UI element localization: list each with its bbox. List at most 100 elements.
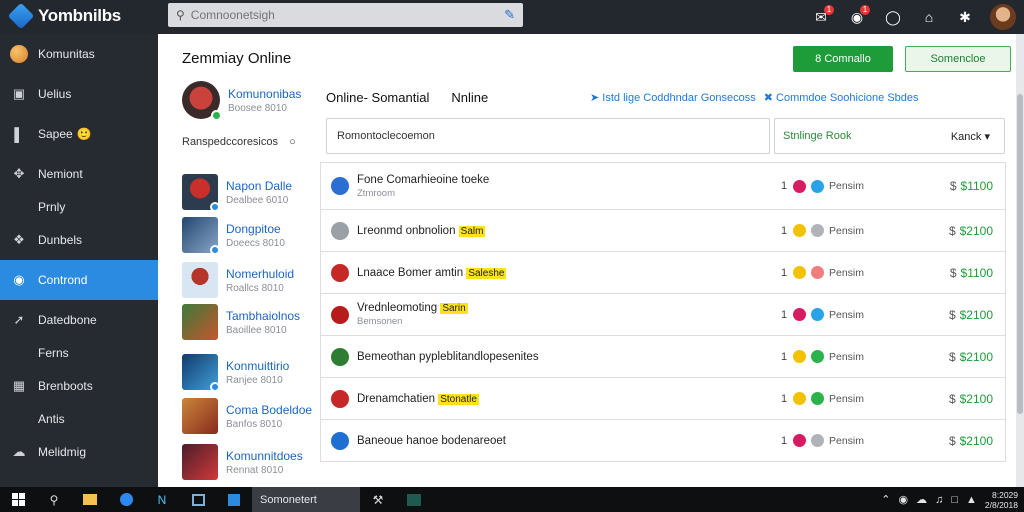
friend-avatar xyxy=(182,398,218,434)
chat-button[interactable]: ◯ xyxy=(882,6,904,28)
room-title: Vrednleomoting xyxy=(357,302,438,314)
sidebar: Komunitas ▣ Uelius ▌ Sapee 🙂 ✥ Nemiont Prnly ❖ Dun… xyxy=(0,34,158,487)
settings-button[interactable]: ✱ xyxy=(954,6,976,28)
room-member-icon xyxy=(793,350,806,363)
status-filter[interactable]: Stnlinge Rook Kanck ▾ xyxy=(774,118,1005,154)
room-tag: Sarin xyxy=(440,303,468,314)
friend-item[interactable]: Konmuittirio Ranjee 8010 xyxy=(182,354,290,392)
taskbar-app-a[interactable]: N xyxy=(144,487,180,512)
sidebar-item-2[interactable]: ▌ Sapee 🙂 xyxy=(0,114,158,154)
globe-icon xyxy=(10,45,28,63)
room-count: 1 xyxy=(781,434,788,447)
network-icon[interactable]: ◉ xyxy=(899,493,909,506)
sidebar-item-label: Ferns xyxy=(38,346,69,360)
cube-icon xyxy=(7,2,35,30)
room-row[interactable]: Drenamchatien Stonatle 1 Pensim $ $2100 xyxy=(320,378,1006,420)
taskbar-app-e[interactable] xyxy=(396,487,432,512)
search-bar[interactable]: ⚲ ✎ xyxy=(168,3,523,27)
start-button[interactable] xyxy=(0,487,36,512)
chevron-up-icon[interactable]: ⌃ xyxy=(881,493,890,506)
secondary-action-button[interactable]: Somencloe xyxy=(905,46,1011,72)
search-input[interactable] xyxy=(190,8,499,22)
chat-icon[interactable]: □ xyxy=(951,494,958,506)
volume-icon[interactable]: ♫ xyxy=(935,494,943,506)
room-title: Baneoue hanoe bodenareoet xyxy=(357,434,507,447)
room-row[interactable]: Baneoue hanoe bodenareoet 1 Pensim $ $2100 xyxy=(320,420,1006,462)
currency-icon: $ xyxy=(948,433,956,448)
app-logo[interactable]: Yombnilbs xyxy=(7,2,121,30)
taskbar-app-c[interactable] xyxy=(216,487,252,512)
room-status: Pensim xyxy=(829,308,865,321)
taskbar-search[interactable]: ⚲ xyxy=(36,487,72,512)
room-status: Pensim xyxy=(829,434,865,447)
room-row[interactable]: Lreonmd onbnolion Salm 1 Pensim $ $2100 xyxy=(320,210,1006,252)
folder-icon xyxy=(83,494,97,505)
sidebar-item-6[interactable]: ◉ Contrond xyxy=(0,260,158,300)
taskbar-active-window[interactable]: Somonetert xyxy=(252,487,360,512)
sidebar-item-10[interactable]: Antis xyxy=(0,406,158,432)
wifi-icon[interactable]: ▲ xyxy=(966,494,977,506)
current-profile[interactable]: Komunonibas Boosee 8010 xyxy=(182,81,301,121)
room-row[interactable]: Lnaace Bomer amtin Saleshe 1 Pensim $ $1100 xyxy=(320,252,1006,294)
friend-item[interactable]: Tambhaiolnos Baoillee 8010 xyxy=(182,304,300,340)
taskbar-app-b[interactable] xyxy=(180,487,216,512)
section-links: ➤ Istd lige Coddhndar Gonsecoss ✖ Commdo… xyxy=(590,91,919,104)
currency-icon: $ xyxy=(948,307,956,322)
clock[interactable]: 8:2029 2/8/2018 xyxy=(985,490,1018,510)
friend-item[interactable]: Napon Dalle Dealbee 6010 xyxy=(182,174,292,212)
sidebar-item-3[interactable]: ✥ Nemiont xyxy=(0,154,158,194)
scrollbar[interactable] xyxy=(1016,34,1024,487)
app-icon xyxy=(191,493,205,506)
sidebar-item-1[interactable]: ▣ Uelius xyxy=(0,74,158,114)
sidebar-item-8[interactable]: Ferns xyxy=(0,340,158,366)
notifications-button[interactable]: ✉ 1 xyxy=(810,5,834,28)
sidebar-item-7[interactable]: ➚ Datedbone xyxy=(0,300,158,340)
alerts-button[interactable]: ◉ 1 xyxy=(846,5,870,28)
room-row[interactable]: Bemeothan pypleblitandlopesenites 1 Pensim… xyxy=(320,336,1006,378)
room-tag: Saleshe xyxy=(466,267,507,279)
friend-item[interactable]: Nomerhuloid Roallcs 8010 xyxy=(182,262,294,298)
friend-sub: Dealbee 6010 xyxy=(226,194,289,206)
sort-dropdown[interactable]: Kanck ▾ xyxy=(951,130,990,143)
smile-icon: 🙂 xyxy=(76,127,92,141)
home-button[interactable]: ⌂ xyxy=(918,6,940,28)
user-avatar[interactable] xyxy=(990,4,1016,30)
cloud-icon[interactable]: ☁ xyxy=(916,493,927,506)
taskbar-app-d[interactable]: ⚒ xyxy=(360,487,396,512)
friends-filter[interactable]: Ranspedccoresicos ○ xyxy=(182,136,296,148)
room-count: 1 xyxy=(781,266,788,279)
compass-icon: ❖ xyxy=(13,232,25,247)
taskbar-browser[interactable] xyxy=(108,487,144,512)
room-row[interactable]: Fone Comarhieoine toeke Ztmroom 1 Pensim $ $1… xyxy=(320,162,1006,210)
search-icon: ⚲ xyxy=(176,8,185,22)
friend-sub: Ranjee 8010 xyxy=(226,374,283,386)
friend-item[interactable]: Komunnitdoes Rennat 8010 xyxy=(182,444,303,480)
sidebar-item-5[interactable]: ❖ Dunbels xyxy=(0,220,158,260)
friend-sub: Baoillee 8010 xyxy=(226,324,287,336)
friend-name: Konmuittirio xyxy=(226,358,290,373)
room-search-input[interactable] xyxy=(326,118,770,154)
sidebar-item-9[interactable]: ▦ Brenboots xyxy=(0,366,158,406)
taskbar-explorer[interactable] xyxy=(72,487,108,512)
microphone-icon[interactable]: ✎ xyxy=(504,7,515,23)
friend-item[interactable]: Dongpitoe Doeecs 8010 xyxy=(182,217,285,255)
link-a[interactable]: ➤ Istd lige Coddhndar Gonsecoss xyxy=(590,91,756,104)
sidebar-item-11[interactable]: ☁ Melidmig xyxy=(0,432,158,472)
main-panel: Zemmiay Online 8 Comnallo Somencloe Komu… xyxy=(158,34,1016,487)
scroll-thumb[interactable] xyxy=(1017,94,1023,414)
room-row[interactable]: Vrednleomoting Sarin Bemsonen 1 Pensim $ $210… xyxy=(320,294,1006,336)
room-count: 1 xyxy=(781,392,788,405)
sidebar-item-0[interactable]: Komunitas xyxy=(0,34,158,74)
friend-sub: Roallcs 8010 xyxy=(226,282,284,294)
room-status-icon xyxy=(811,179,824,193)
status-icon xyxy=(210,245,220,255)
room-status-icon xyxy=(811,434,824,447)
friend-name: Nomerhuloid xyxy=(226,266,295,281)
link-b[interactable]: ✖ Commdoe Soohicione Sbdes xyxy=(764,91,919,104)
room-price: $ $2100 xyxy=(948,391,993,406)
primary-action-button[interactable]: 8 Comnallo xyxy=(793,46,893,72)
sidebar-item-4[interactable]: Prnly xyxy=(0,194,158,220)
friend-item[interactable]: Coma Bodeldoe Banfos 8010 xyxy=(182,398,312,434)
room-list: Fone Comarhieoine toeke Ztmroom 1 Pensim $ $1… xyxy=(320,162,1006,462)
room-status-icon xyxy=(811,308,824,321)
